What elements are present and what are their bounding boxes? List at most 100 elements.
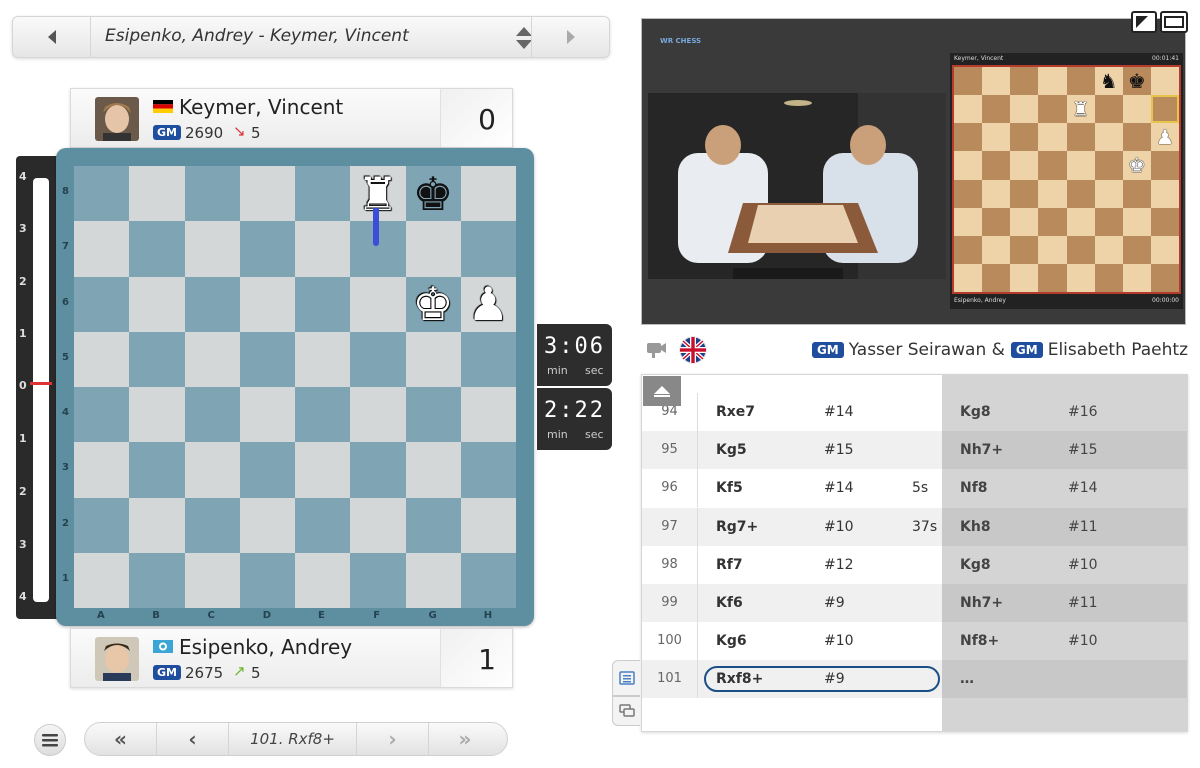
black-move[interactable]: Kh8 <box>960 519 991 535</box>
chess-piece[interactable]: ♟ <box>461 277 516 332</box>
square-a5[interactable] <box>74 331 130 387</box>
square-f5[interactable] <box>350 331 406 387</box>
square-e5[interactable] <box>295 331 351 387</box>
square-e4[interactable] <box>295 387 351 443</box>
square-e3[interactable] <box>295 442 351 498</box>
square-g8[interactable]: ♚ <box>405 166 461 222</box>
square-d1[interactable] <box>239 552 295 608</box>
scroll-up-button[interactable] <box>643 376 681 406</box>
square-h3[interactable] <box>460 442 516 498</box>
square-a7[interactable] <box>74 221 130 277</box>
square-g1[interactable] <box>405 552 461 608</box>
square-a2[interactable] <box>74 497 130 553</box>
square-d5[interactable] <box>239 331 295 387</box>
next-move-button[interactable]: › <box>357 723 429 755</box>
square-h4[interactable] <box>460 387 516 443</box>
game-selector[interactable]: Esipenko, Andrey - Keymer, Vincent <box>12 16 610 58</box>
black-move[interactable]: … <box>960 671 974 687</box>
square-a1[interactable] <box>74 552 130 608</box>
square-h1[interactable] <box>460 552 516 608</box>
white-move[interactable]: Rxf8+ <box>716 671 763 687</box>
square-h7[interactable] <box>460 221 516 277</box>
square-f2[interactable] <box>350 497 406 553</box>
square-b6[interactable] <box>129 276 185 332</box>
square-c7[interactable] <box>184 221 240 277</box>
square-g6[interactable]: ♚ <box>405 276 461 332</box>
moves-list-tab[interactable] <box>612 660 640 696</box>
black-move[interactable]: Nf8+ <box>960 633 999 649</box>
white-move[interactable]: Rxe7 <box>716 404 755 420</box>
square-d2[interactable] <box>239 497 295 553</box>
square-h6[interactable]: ♟ <box>460 276 516 332</box>
current-move-label[interactable]: 101. Rxf8+ <box>229 723 357 755</box>
square-e8[interactable] <box>295 166 351 222</box>
square-e2[interactable] <box>295 497 351 553</box>
square-b1[interactable] <box>129 552 185 608</box>
square-b3[interactable] <box>129 442 185 498</box>
square-b2[interactable] <box>129 497 185 553</box>
next-game-button[interactable] <box>531 17 609 57</box>
square-d3[interactable] <box>239 442 295 498</box>
square-b5[interactable] <box>129 331 185 387</box>
double-chevron-left-icon: « <box>114 727 127 751</box>
black-move[interactable]: Kg8 <box>960 557 991 573</box>
square-g2[interactable] <box>405 497 461 553</box>
white-move[interactable]: Kg5 <box>716 442 747 458</box>
square-g5[interactable] <box>405 331 461 387</box>
square-g7[interactable] <box>405 221 461 277</box>
square-c4[interactable] <box>184 387 240 443</box>
language-selector[interactable] <box>679 336 707 364</box>
square-f1[interactable] <box>350 552 406 608</box>
square-b4[interactable] <box>129 387 185 443</box>
square-a4[interactable] <box>74 387 130 443</box>
square-h8[interactable] <box>460 166 516 222</box>
square-c5[interactable] <box>184 331 240 387</box>
menu-button[interactable] <box>34 724 66 756</box>
white-move[interactable]: Rg7+ <box>716 519 758 535</box>
fullscreen-video-button[interactable] <box>1160 11 1188 33</box>
square-f6[interactable] <box>350 276 406 332</box>
square-a8[interactable] <box>74 166 130 222</box>
video-player[interactable]: WR CHESS Keymer, Vincent 00:01:41 ♞ ♚ ♜ ♟ ♚ … <box>641 18 1186 325</box>
white-move[interactable]: Kg6 <box>716 633 747 649</box>
square-d7[interactable] <box>239 221 295 277</box>
square-f3[interactable] <box>350 442 406 498</box>
square-d4[interactable] <box>239 387 295 443</box>
square-a3[interactable] <box>74 442 130 498</box>
square-h5[interactable] <box>460 331 516 387</box>
square-c1[interactable] <box>184 552 240 608</box>
square-d8[interactable] <box>239 166 295 222</box>
first-move-button[interactable]: « <box>85 723 157 755</box>
square-g4[interactable] <box>405 387 461 443</box>
previous-move-button[interactable]: ‹ <box>157 723 229 755</box>
white-move[interactable]: Kf6 <box>716 595 743 611</box>
camera-toggle[interactable] <box>645 338 667 360</box>
square-e6[interactable] <box>295 276 351 332</box>
square-d6[interactable] <box>239 276 295 332</box>
chess-piece[interactable]: ♚ <box>406 166 461 221</box>
square-c3[interactable] <box>184 442 240 498</box>
chat-tab[interactable] <box>612 696 640 726</box>
white-move[interactable]: Kf5 <box>716 480 743 496</box>
square-a6[interactable] <box>74 276 130 332</box>
square-c6[interactable] <box>184 276 240 332</box>
square-b7[interactable] <box>129 221 185 277</box>
square-f4[interactable] <box>350 387 406 443</box>
square-c8[interactable] <box>184 166 240 222</box>
black-move[interactable]: Nh7+ <box>960 595 1003 611</box>
square-e1[interactable] <box>295 552 351 608</box>
black-move[interactable]: Nf8 <box>960 480 988 496</box>
chess-piece[interactable]: ♚ <box>406 277 461 332</box>
eval-tick: 2 <box>19 485 27 498</box>
expand-video-button[interactable] <box>1131 11 1157 33</box>
square-h2[interactable] <box>460 497 516 553</box>
previous-game-button[interactable] <box>13 17 91 57</box>
square-e7[interactable] <box>295 221 351 277</box>
last-move-button[interactable]: » <box>429 723 501 755</box>
square-c2[interactable] <box>184 497 240 553</box>
black-move[interactable]: Nh7+ <box>960 442 1003 458</box>
white-move[interactable]: Rf7 <box>716 557 743 573</box>
square-b8[interactable] <box>129 166 185 222</box>
black-move[interactable]: Kg8 <box>960 404 991 420</box>
square-g3[interactable] <box>405 442 461 498</box>
